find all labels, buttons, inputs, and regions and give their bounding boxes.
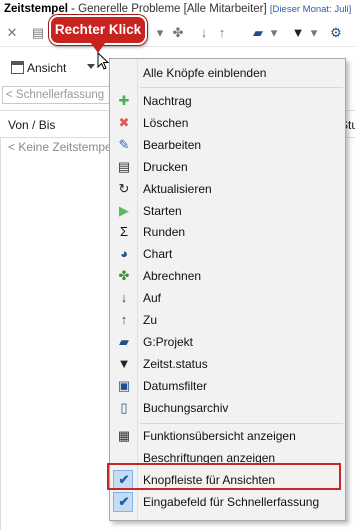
empty-grid-text: < Keine Zeitstempel <box>8 140 115 154</box>
table-view-icon <box>11 61 24 74</box>
mouse-cursor-icon <box>97 52 109 70</box>
menu-item-label: Datumsfilter <box>143 378 208 393</box>
chevron-down-icon[interactable] <box>87 64 95 69</box>
calendar-icon: ▣ <box>117 377 131 393</box>
menu-item-label: Zu <box>143 313 158 327</box>
right-click-callout: Rechter Klick <box>49 15 147 45</box>
window-title-separator: - <box>67 3 79 15</box>
menu-separator <box>140 87 343 88</box>
window-title-context: Generelle Probleme [Alle Mitarbeiter] <box>78 3 267 15</box>
filter-icon: ▼ <box>117 355 131 371</box>
menu-item-show-all[interactable]: Alle Knöpfe einblenden <box>110 63 345 83</box>
menu-item-auf[interactable]: ↓ Auf <box>110 288 345 308</box>
billing-icon[interactable]: ✤ <box>170 25 186 41</box>
menu-item-starten[interactable]: ▶ Starten <box>110 201 345 221</box>
menu-item-label: Löschen <box>143 115 189 130</box>
menu-item-drucken[interactable]: ▤ Drucken <box>110 157 345 177</box>
menu-item-label: Zeitst.status <box>143 356 208 371</box>
menu-item-label: Aktualisieren <box>143 181 212 196</box>
refresh-icon: ↻ <box>118 180 130 196</box>
column-header-von-bis[interactable]: Von / Bis <box>8 118 55 132</box>
context-menu: Alle Knöpfe einblenden ✚ Nachtrag ✖ Löschen… <box>109 58 346 521</box>
sort-up-icon: ↓ <box>120 290 128 306</box>
menu-item-label: Funktionsübersicht anzeigen <box>143 429 296 443</box>
menu-item-label: Bearbeiten <box>143 137 202 152</box>
menu-item-buchungsarchiv[interactable]: ▯ Buchungsarchiv <box>110 398 345 418</box>
menu-item-label: Chart <box>143 247 173 262</box>
menu-separator <box>140 423 343 424</box>
up-arrow-icon[interactable]: ↑ <box>214 25 230 41</box>
menu-item-datumsfilter[interactable]: ▣ Datumsfilter <box>110 376 345 396</box>
menu-item-function-overview[interactable]: ▦ Funktionsübersicht anzeigen <box>110 426 345 446</box>
menu-item-zeitst-status[interactable]: ▼ Zeitst.status <box>110 354 345 374</box>
menu-item-label: Nachtrag <box>143 94 192 108</box>
window-title-filter: [Dieser Monat: Juli] <box>269 4 352 15</box>
menu-item-label: Starten <box>143 203 182 218</box>
menu-item-runden[interactable]: Σ Runden <box>110 222 345 242</box>
folder-icon[interactable]: ▰ <box>250 25 266 41</box>
menu-item-label: Abrechnen <box>143 269 202 284</box>
highlight-frame <box>107 463 341 490</box>
play-icon: ▶ <box>119 202 129 218</box>
menu-item-löschen[interactable]: ✖ Löschen <box>110 113 345 133</box>
menu-item-quick-entry-field[interactable]: ✔ Eingabefeld für Schnellerfassung <box>110 492 345 512</box>
quick-entry-input[interactable]: < Schnellerfassung <box>2 86 110 104</box>
menu-item-label: G:Projekt <box>143 334 194 349</box>
menu-item-abrechnen[interactable]: ✤ Abrechnen <box>110 266 345 286</box>
filter-icon[interactable]: ▼ <box>290 25 306 41</box>
grid-border <box>0 110 1 530</box>
sort-down-icon: ↑ <box>120 312 128 327</box>
down-arrow-icon[interactable]: ↓ <box>196 25 212 41</box>
menu-item-label: Alle Knöpfe einblenden <box>143 66 267 80</box>
folder-icon: ▰ <box>119 333 129 349</box>
menu-item-label: Auf <box>143 291 162 306</box>
sigma-icon: Σ <box>119 224 129 240</box>
view-button-label: Ansicht <box>27 61 67 75</box>
dropdown-caret-icon[interactable]: ▾ <box>306 25 322 41</box>
print-icon: ▤ <box>117 158 131 174</box>
overview-table-icon: ▦ <box>117 428 131 443</box>
dropdown-caret-icon[interactable]: ▾ <box>266 25 282 41</box>
menu-item-label: Runden <box>143 225 186 240</box>
x-icon: ✖ <box>118 114 130 130</box>
menu-item-label: Drucken <box>143 159 188 174</box>
dropdown-caret-icon[interactable]: ▾ <box>152 25 168 41</box>
pie-chart-icon: ◕ <box>120 246 128 262</box>
menu-item-aktualisieren[interactable]: ↻ Aktualisieren <box>110 179 345 199</box>
edit-icon: ✎ <box>118 136 130 152</box>
billing-icon: ✤ <box>118 268 130 284</box>
menu-item-zu[interactable]: ↑ Zu <box>110 310 345 330</box>
window-title-app: Zeitstempel <box>4 3 68 15</box>
print-icon[interactable]: ▤ <box>30 25 46 41</box>
view-button[interactable]: Ansicht <box>7 58 66 78</box>
menu-item-bearbeiten[interactable]: ✎ Bearbeiten <box>110 135 345 155</box>
close-icon[interactable]: ✕ <box>4 25 20 41</box>
menu-item-label: Buchungsarchiv <box>143 400 229 415</box>
settings-icon[interactable]: ⚙ <box>328 25 344 41</box>
plus-icon: ✚ <box>118 93 130 108</box>
menu-item-label: Eingabefeld für Schnellerfassung <box>143 495 320 509</box>
checkmark-icon: ✔ <box>118 494 130 509</box>
menu-item-g-projekt[interactable]: ▰ G:Projekt <box>110 332 345 352</box>
menu-item-chart[interactable]: ◕ Chart <box>110 244 345 264</box>
menu-item-nachtrag[interactable]: ✚ Nachtrag <box>110 91 345 111</box>
archive-icon: ▯ <box>120 399 128 415</box>
